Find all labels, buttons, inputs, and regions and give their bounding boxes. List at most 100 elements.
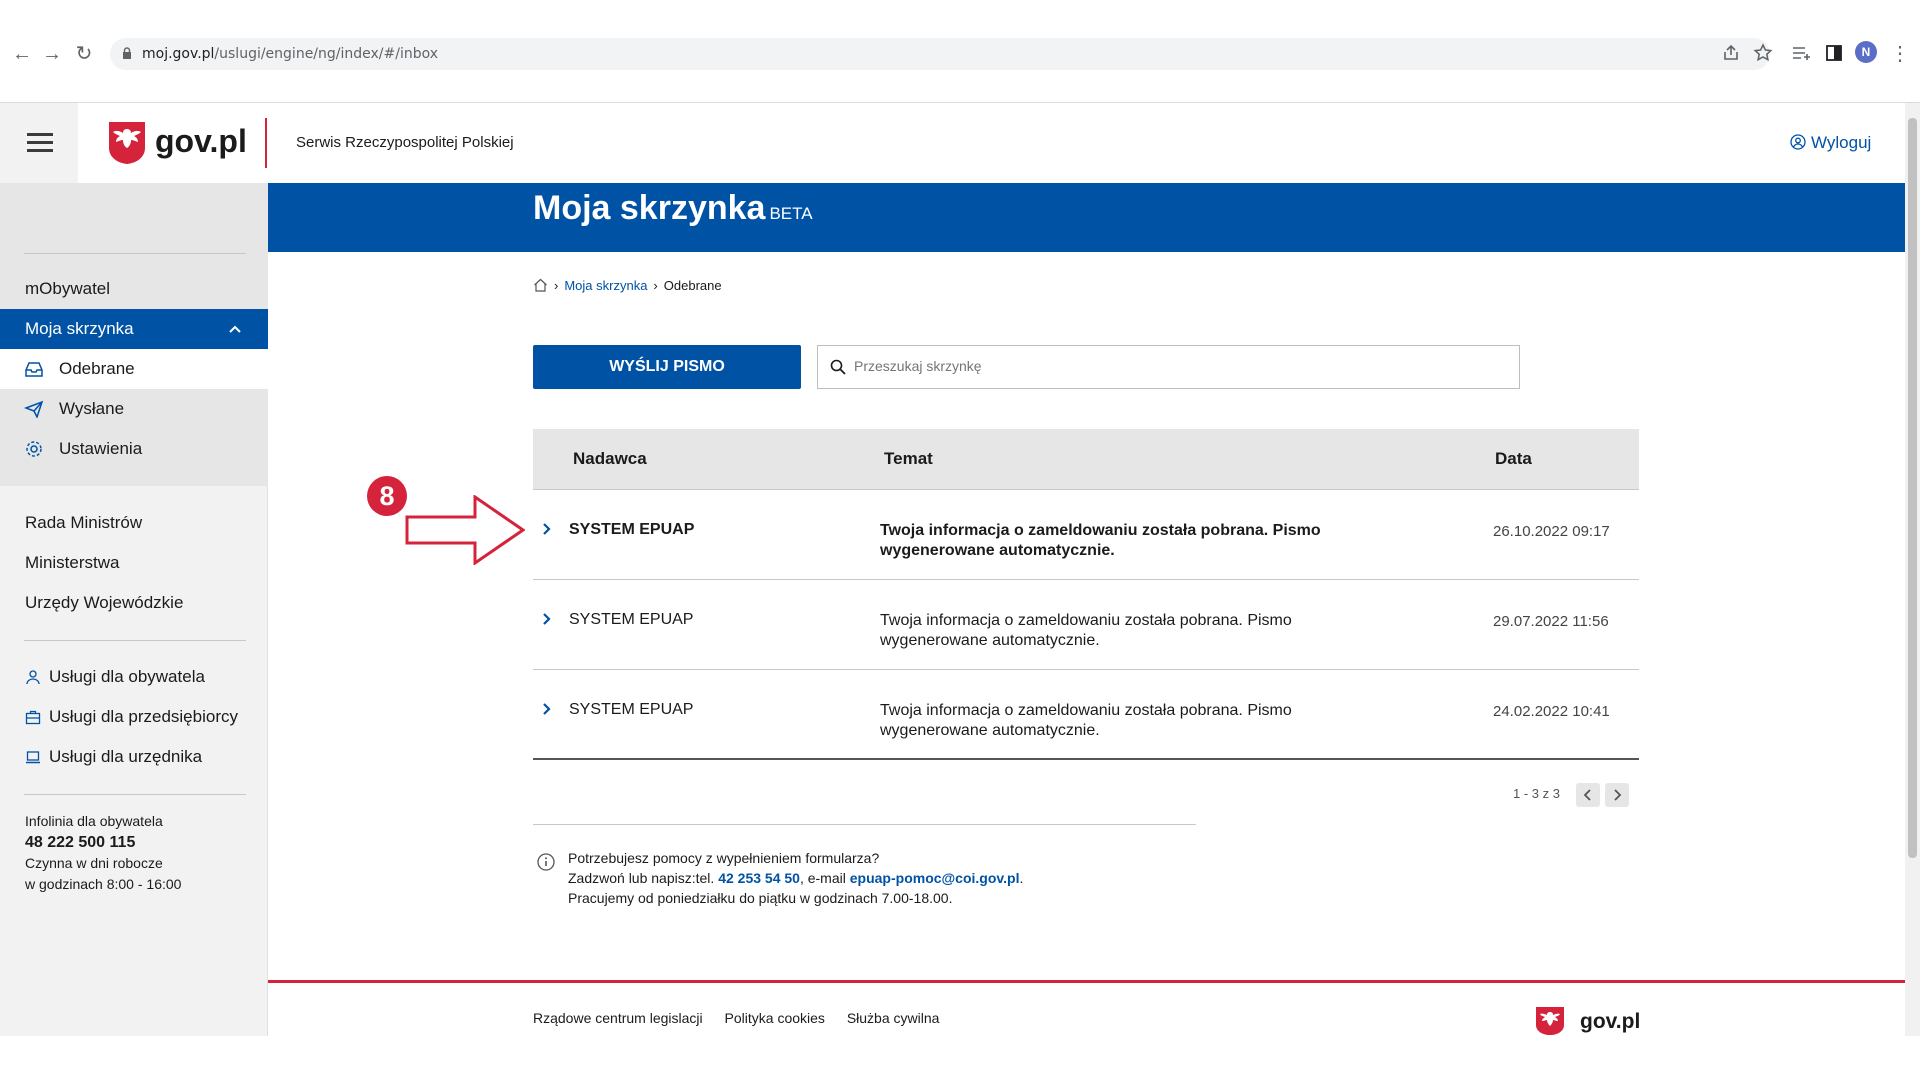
side-panel-icon[interactable] bbox=[1823, 42, 1845, 64]
sidebar-link-ministerstwa[interactable]: Ministerstwa bbox=[0, 543, 268, 583]
help-divider bbox=[533, 824, 1196, 825]
sidebar-item-label: mObywatel bbox=[25, 279, 111, 298]
row-sender: SYSTEM EPUAP bbox=[569, 521, 695, 538]
help-text: Potrzebujesz pomocy z wypełnieniem formu… bbox=[568, 848, 1023, 908]
infolinia-hours: w godzinach 8:00 - 16:00 bbox=[25, 876, 182, 892]
gov-logo[interactable]: gov.pl bbox=[155, 123, 247, 160]
chevron-right-icon[interactable] bbox=[541, 702, 553, 716]
help-contact: Zadzwoń lub napisz:tel. 42 253 54 50, e-… bbox=[568, 868, 1023, 888]
page-scrollbar[interactable] bbox=[1905, 103, 1920, 1036]
reading-list-icon[interactable] bbox=[1790, 42, 1812, 64]
gear-icon bbox=[26, 441, 42, 457]
sidebar-item-ustawienia[interactable]: Ustawienia bbox=[0, 429, 268, 469]
sidebar-divider bbox=[24, 640, 246, 641]
forward-icon[interactable]: → bbox=[40, 42, 64, 66]
search-icon bbox=[830, 359, 846, 375]
scrollbar-thumb[interactable] bbox=[1908, 118, 1917, 858]
sidebar: mObywatel Moja skrzynka Odebrane Wysłane… bbox=[0, 183, 268, 1036]
table-row[interactable]: SYSTEM EPUAP Twoja informacja o zameldow… bbox=[533, 490, 1639, 580]
profile-avatar[interactable]: N bbox=[1855, 41, 1877, 63]
footer-divider bbox=[268, 980, 1905, 983]
briefcase-icon bbox=[25, 710, 41, 725]
sidebar-service-label: Usługi dla urzędnika bbox=[49, 747, 203, 766]
sidebar-item-mobywatel[interactable]: mObywatel bbox=[0, 269, 268, 309]
prev-page-button[interactable] bbox=[1576, 783, 1600, 807]
laptop-icon bbox=[26, 751, 40, 764]
url-text: moj.gov.pl/uslugi/engine/ng/index/#/inbo… bbox=[142, 46, 438, 62]
sidebar-link-rada-ministrow[interactable]: Rada Ministrów bbox=[0, 503, 268, 543]
sidebar-service-urzednik[interactable]: Usługi dla urzędnika bbox=[0, 737, 268, 777]
share-icon[interactable] bbox=[1720, 42, 1742, 64]
sidebar-item-odebrane[interactable]: Odebrane bbox=[0, 349, 268, 389]
column-header-nadawca[interactable]: Nadawca bbox=[573, 449, 647, 469]
row-sender: SYSTEM EPUAP bbox=[569, 611, 694, 628]
row-date: 26.10.2022 09:17 bbox=[1493, 523, 1610, 540]
infolinia-title: Infolinia dla obywatela bbox=[25, 813, 163, 829]
column-header-temat[interactable]: Temat bbox=[884, 449, 933, 469]
footer-link-cookies[interactable]: Polityka cookies bbox=[725, 1010, 825, 1026]
beta-badge: BETA bbox=[769, 204, 813, 223]
sidebar-item-label: Wysłane bbox=[59, 399, 125, 418]
help-phone[interactable]: 42 253 54 50 bbox=[718, 870, 800, 886]
inbox-icon bbox=[25, 362, 43, 377]
next-page-button[interactable] bbox=[1605, 783, 1629, 807]
search-field[interactable] bbox=[817, 345, 1520, 389]
row-date: 29.07.2022 11:56 bbox=[1493, 613, 1609, 630]
sidebar-item-label: Ustawienia bbox=[59, 439, 143, 458]
chevron-right-icon[interactable] bbox=[541, 612, 553, 626]
sidebar-item-wyslane[interactable]: Wysłane bbox=[0, 389, 268, 429]
footer-links: Rządowe centrum legislacji Polityka cook… bbox=[533, 1010, 957, 1026]
sidebar-item-moja-skrzynka[interactable]: Moja skrzynka bbox=[0, 309, 268, 349]
logout-label: Wyloguj bbox=[1811, 133, 1872, 152]
table-row[interactable]: SYSTEM EPUAP Twoja informacja o zameldow… bbox=[533, 670, 1639, 760]
sidebar-service-label: Usługi dla obywatela bbox=[49, 667, 205, 686]
pagination-info: 1 - 3 z 3 bbox=[1513, 786, 1560, 801]
sidebar-link-label: Rada Ministrów bbox=[25, 513, 143, 532]
logout-link[interactable]: Wyloguj bbox=[1790, 133, 1871, 153]
info-icon bbox=[537, 853, 555, 871]
sidebar-divider bbox=[24, 794, 246, 795]
chevron-up-icon bbox=[229, 325, 241, 333]
menu-dots-icon[interactable]: ⋮ bbox=[1888, 42, 1912, 66]
sidebar-link-urzedy[interactable]: Urzędy Wojewódzkie bbox=[0, 583, 268, 623]
footer-gov-logo[interactable]: gov.pl bbox=[1580, 1010, 1640, 1034]
site-tagline: Serwis Rzeczypospolitej Polskiej bbox=[296, 134, 514, 151]
help-line: Pracujemy od poniedziałku do piątku w go… bbox=[568, 890, 953, 906]
search-input[interactable] bbox=[854, 358, 1454, 374]
column-header-data[interactable]: Data bbox=[1495, 449, 1532, 469]
footer-link-sluzba[interactable]: Służba cywilna bbox=[847, 1010, 940, 1026]
chevron-right-icon[interactable] bbox=[541, 522, 553, 536]
browser-toolbar: ← → ↻ moj.gov.pl/uslugi/engine/ng/index/… bbox=[0, 0, 1920, 103]
help-contact-mid: , e-mail bbox=[799, 870, 846, 886]
lock-icon bbox=[123, 47, 131, 59]
send-icon bbox=[24, 400, 44, 418]
hamburger-icon bbox=[27, 133, 53, 153]
chevron-left-icon bbox=[1583, 789, 1591, 801]
row-subject: Twoja informacja o zameldowaniu została … bbox=[880, 612, 1292, 649]
sidebar-service-przedsiebiorca[interactable]: Usługi dla przedsiębiorcy bbox=[0, 697, 268, 737]
infolinia-phone[interactable]: 48 222 500 115 bbox=[25, 832, 181, 853]
send-letter-button[interactable]: WYŚLIJ PISMO bbox=[533, 345, 801, 389]
reload-icon[interactable]: ↻ bbox=[72, 42, 96, 66]
row-sender: SYSTEM EPUAP bbox=[569, 701, 694, 718]
page-title: Moja skrzynka BETA bbox=[533, 189, 813, 228]
help-email[interactable]: epuap-pomoc@coi.gov.pl bbox=[850, 870, 1020, 886]
table-header: Nadawca Temat Data bbox=[533, 429, 1639, 490]
breadcrumb-moja-skrzynka[interactable]: Moja skrzynka bbox=[564, 278, 647, 293]
site-header: gov.pl Serwis Rzeczypospolitej Polskiej … bbox=[0, 103, 1905, 183]
sidebar-item-label: Moja skrzynka bbox=[25, 319, 134, 338]
address-bar[interactable]: moj.gov.pl/uslugi/engine/ng/index/#/inbo… bbox=[110, 38, 1770, 70]
menu-toggle[interactable] bbox=[0, 103, 78, 183]
user-circle-icon bbox=[1790, 134, 1806, 150]
sidebar-service-obywatel[interactable]: Usługi dla obywatela bbox=[0, 657, 268, 697]
star-icon[interactable] bbox=[1752, 42, 1774, 64]
row-date: 24.02.2022 10:41 bbox=[1493, 703, 1610, 720]
home-icon[interactable] bbox=[533, 278, 548, 292]
footer-link-rcl[interactable]: Rządowe centrum legislacji bbox=[533, 1010, 703, 1026]
sidebar-divider bbox=[24, 253, 246, 254]
infolinia-block: Infolinia dla obywatela 48 222 500 115 C… bbox=[25, 811, 181, 895]
sidebar-link-label: Ministerstwa bbox=[25, 553, 120, 572]
table-row[interactable]: SYSTEM EPUAP Twoja informacja o zameldow… bbox=[533, 580, 1639, 670]
breadcrumb-separator: › bbox=[554, 278, 559, 293]
back-icon[interactable]: ← bbox=[10, 42, 34, 66]
